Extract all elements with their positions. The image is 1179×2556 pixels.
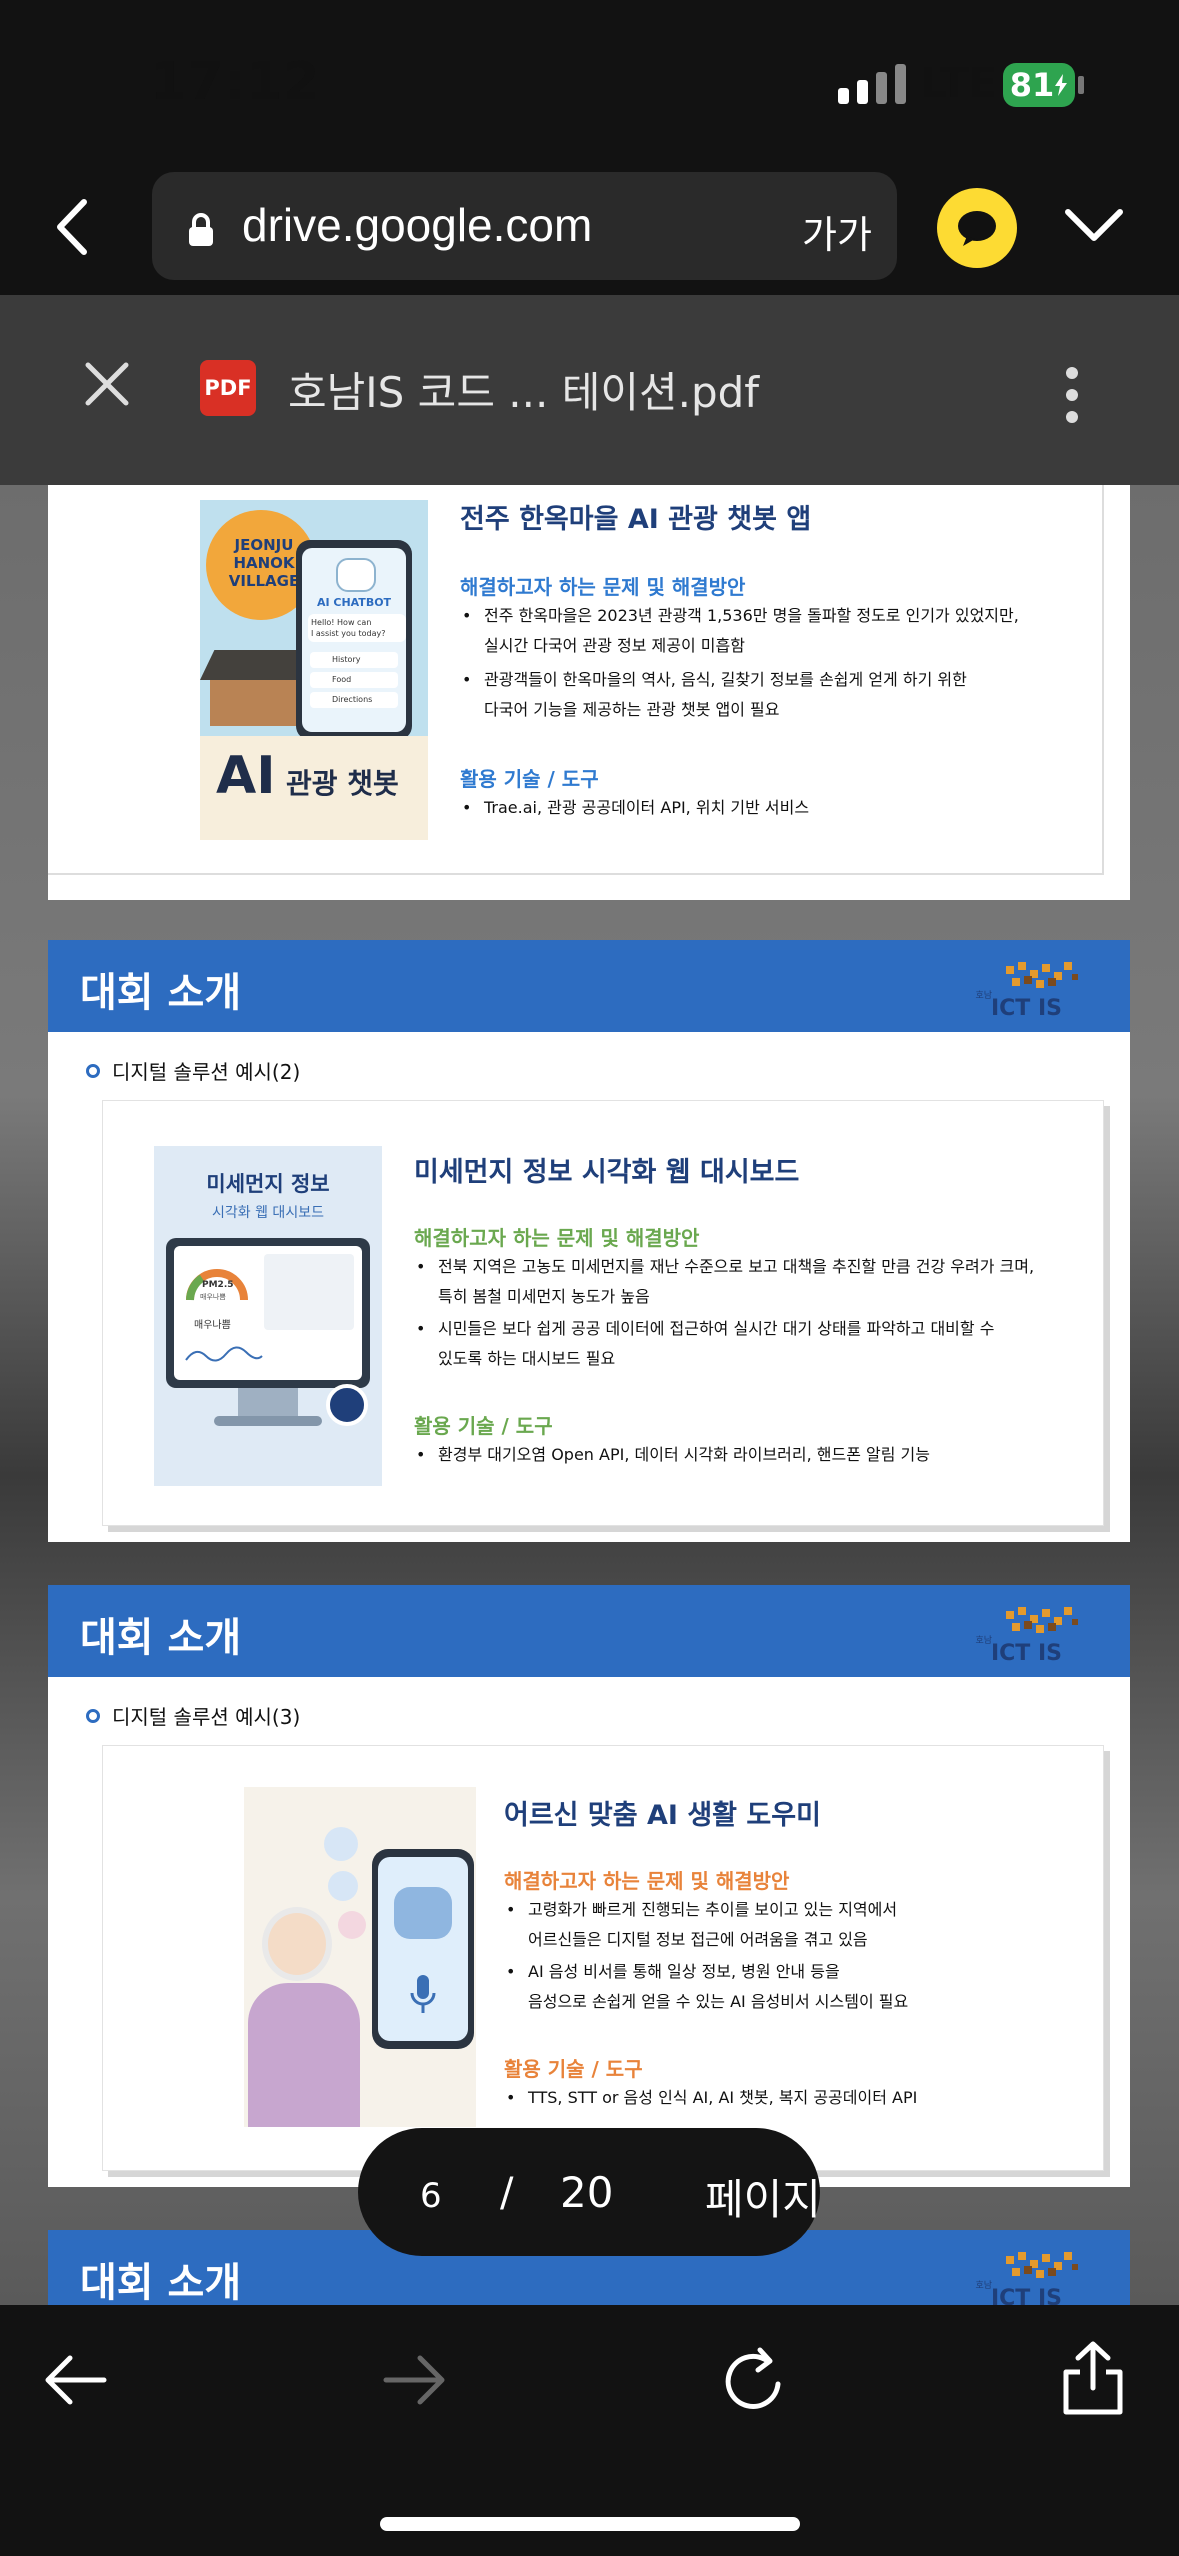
slide-2: 대회 소개 호남 ICT IS 디지털 솔루션 예시(2) 미세먼지 정보 시각… <box>48 940 1130 1542</box>
app-icon-bubble <box>324 1827 358 1861</box>
problem-item: 고령화가 빠르게 진행되는 추이를 보이고 있는 지역에서 어르신들은 디지털 … <box>504 1895 897 1955</box>
chat-menu-food: Food <box>310 672 398 688</box>
tech-item: TTS, STT or 음성 인식 AI, AI 챗봇, 복지 공공데이터 AP… <box>504 2083 917 2113</box>
slide-subtitle: 디지털 솔루션 예시(3) <box>86 1701 300 1730</box>
battery-level: 81 <box>1009 66 1055 104</box>
map-panel <box>264 1254 354 1330</box>
chat-menu-directions: Directions <box>310 692 398 708</box>
problem-item: 관광객들이 한옥마을의 역사, 음식, 길찾기 정보를 손쉽게 얻게 하기 위한… <box>460 665 967 725</box>
problem-item: 전북 지역은 고농도 미세먼지를 재난 수준으로 보고 대책을 추진할 만큼 건… <box>414 1252 1034 1312</box>
notification-circle <box>326 1384 368 1426</box>
app-icon-bubble <box>338 1911 366 1939</box>
status-time: 17:12 <box>150 52 321 112</box>
current-page[interactable]: 6 <box>420 2176 442 2216</box>
logo-top-text: 호남 <box>975 1636 992 1646</box>
slide-header-title: 대회 소개 <box>80 2260 242 2305</box>
logo-top-text: 호남 <box>975 991 992 1001</box>
status-label: 매우나쁨 <box>194 1320 231 1331</box>
logo-text: ICT IS <box>990 996 1062 1021</box>
network-type: LTE <box>920 58 998 107</box>
pdf-file-icon: PDF <box>200 360 256 416</box>
illustration-title: 미세먼지 정보 <box>206 1172 330 1196</box>
lock-icon <box>189 213 213 246</box>
kakaotalk-button[interactable] <box>937 188 1017 268</box>
battery-indicator: 81 <box>1003 63 1075 107</box>
hanok-building <box>210 680 310 726</box>
slide-subtitle-text: 디지털 솔루션 예시(3) <box>112 1705 301 1729</box>
robot-icon <box>394 1887 452 1939</box>
bullet-dot-icon <box>86 1063 100 1078</box>
problem-heading: 해결하고자 하는 문제 및 해결방안 <box>504 1869 790 1893</box>
cellular-signal-icon <box>838 64 906 104</box>
logo-text: ICT IS <box>990 1641 1062 1666</box>
url-text[interactable]: drive.google.com <box>242 198 592 252</box>
trend-line-icon <box>185 1346 263 1362</box>
back-arrow-icon[interactable] <box>40 2348 110 2412</box>
logo-top-text: 호남 <box>975 2281 992 2291</box>
pdf-viewer[interactable]: PDF 호남IS 코드 ... 테이션.pdf JEONJU HANOK VIL… <box>0 295 1179 2305</box>
share-icon[interactable] <box>1060 2340 1126 2416</box>
slide-subtitle: 디지털 솔루션 예시(2) <box>86 1056 300 1085</box>
robot-icon <box>336 558 376 592</box>
battery-nub <box>1078 76 1084 94</box>
big-title-ai: AI <box>216 746 276 806</box>
reload-icon[interactable] <box>720 2344 790 2416</box>
charging-bolt-icon <box>1055 74 1068 96</box>
app-icon-bubble <box>328 1871 358 1901</box>
tech-heading: 활용 기술 / 도구 <box>504 2057 643 2081</box>
bullet-dot-icon <box>86 1708 100 1723</box>
monitor-stand <box>238 1388 298 1418</box>
dust-dashboard-illustration: 미세먼지 정보 시각화 웹 대시보드 PM2.5 매우나쁨 매우나쁨 <box>154 1146 382 1486</box>
card-title: 미세먼지 정보 시각화 웹 대시보드 <box>414 1157 800 1188</box>
chatbot-label: AI CHATBOT <box>316 596 392 609</box>
slide-partial-1: JEONJU HANOK VILLAGE AI CHATBOT Hello! H… <box>48 485 1130 900</box>
slide-header-title: 대회 소개 <box>80 970 242 1016</box>
tech-item: 환경부 대기오염 Open API, 데이터 시각화 라이브러리, 핸드폰 알림… <box>414 1440 930 1470</box>
card-title: 전주 한옥마을 AI 관광 챗봇 앱 <box>460 504 812 535</box>
slide-subtitle-text: 디지털 솔루션 예시(2) <box>112 1060 301 1084</box>
gauge-label: PM2.5 <box>202 1280 234 1290</box>
monitor-base <box>214 1416 322 1426</box>
grandmother-head <box>262 1907 332 1981</box>
file-name: 호남IS 코드 ... 테이션.pdf <box>288 368 760 417</box>
problem-item: AI 음성 비서를 통해 일상 정보, 병원 안내 등을 음성으로 손쉽게 얻을… <box>504 1957 908 2017</box>
problem-item: 시민들은 보다 쉽게 공공 데이터에 접근하여 실시간 대기 상태를 파악하고 … <box>414 1314 994 1374</box>
problem-item: 전주 한옥마을은 2023년 관광객 1,536만 명을 돌파할 정도로 인기가… <box>460 601 1019 661</box>
gauge-sublabel: 매우나쁨 <box>200 1293 226 1301</box>
big-title-korean: 관광 챗봇 <box>286 767 399 800</box>
slide-3: 대회 소개 호남 ICT IS 디지털 솔루션 예시(3) 어르신 맞춤 AI … <box>48 1585 1130 2187</box>
tourism-chatbot-illustration: JEONJU HANOK VILLAGE AI CHATBOT Hello! H… <box>200 500 428 840</box>
back-chevron-icon[interactable] <box>48 196 100 258</box>
slide-header-title: 대회 소개 <box>80 1615 242 1661</box>
page-label: 페이지 <box>705 2175 821 2224</box>
close-icon[interactable] <box>82 359 132 409</box>
chat-menu-history: History <box>310 652 398 668</box>
illustration-subtitle: 시각화 웹 대시보드 <box>212 1205 324 1221</box>
more-options-icon[interactable] <box>1062 365 1082 425</box>
problem-heading: 해결하고자 하는 문제 및 해결방안 <box>414 1226 700 1250</box>
text-size-button[interactable]: 가가 <box>802 204 872 259</box>
page-separator: / <box>500 2170 514 2216</box>
grandmother-body <box>248 1983 360 2127</box>
chat-bubble: Hello! How can I assist you today? <box>308 614 406 642</box>
tech-heading: 활용 기술 / 도구 <box>414 1414 553 1438</box>
home-indicator[interactable] <box>380 2517 800 2531</box>
problem-heading: 해결하고자 하는 문제 및 해결방안 <box>460 575 746 599</box>
speech-bubble-icon <box>958 211 996 246</box>
total-pages: 20 <box>560 2168 614 2217</box>
tech-item: Trae.ai, 관광 공공데이터 API, 위치 기반 서비스 <box>460 793 809 823</box>
logo-text: ICT IS <box>990 2286 1062 2305</box>
tech-heading: 활용 기술 / 도구 <box>460 767 599 791</box>
chevron-down-icon[interactable] <box>1062 200 1126 250</box>
elderly-assistant-illustration <box>244 1787 476 2127</box>
microphone-icon <box>410 1975 436 2013</box>
card-title: 어르신 맞춤 AI 생활 도우미 <box>504 1800 821 1831</box>
forward-arrow-icon[interactable] <box>380 2348 450 2412</box>
